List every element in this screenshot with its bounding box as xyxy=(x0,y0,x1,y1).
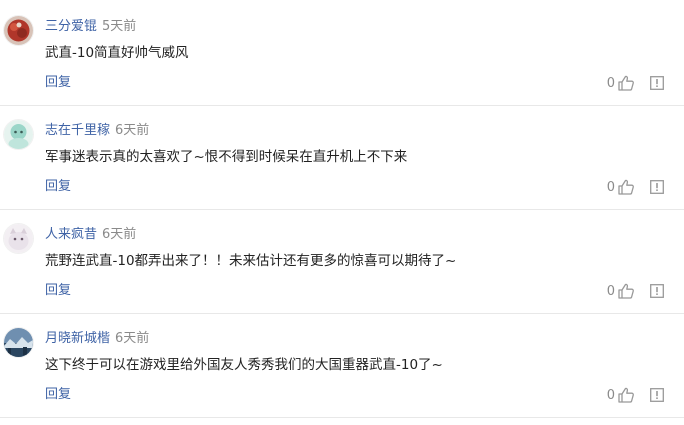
comment-item: 月晓新城楷 6天前 这下终于可以在游戏里给外国友人秀秀我们的大国重器武直-10了~… xyxy=(0,314,684,418)
avatar[interactable] xyxy=(4,120,33,149)
thumbs-up-icon[interactable] xyxy=(617,178,635,196)
comment-text: 荒野连武直-10都弄出来了！！未来估计还有更多的惊喜可以期待了~ xyxy=(45,253,457,269)
thumbs-up-icon[interactable] xyxy=(617,282,635,300)
like-count: 0 xyxy=(606,283,615,299)
thumbs-up-icon[interactable] xyxy=(617,74,635,92)
reply-button[interactable]: 回复 xyxy=(45,386,71,404)
avatar[interactable] xyxy=(4,328,33,357)
reply-button[interactable]: 回复 xyxy=(45,74,71,92)
comment-time: 5天前 xyxy=(102,19,137,34)
comment-username[interactable]: 月晓新城楷 xyxy=(45,331,110,346)
report-icon[interactable] xyxy=(650,76,664,90)
comment-text: 军事迷表示真的太喜欢了~恨不得到时候呆在直升机上不下来 xyxy=(45,149,408,165)
comment-username[interactable]: 人来疯昔 xyxy=(45,227,97,242)
comment-time: 6天前 xyxy=(102,227,137,242)
like-count: 0 xyxy=(606,387,615,403)
report-icon[interactable] xyxy=(650,388,664,402)
comment-item: 志在千里稼 6天前 军事迷表示真的太喜欢了~恨不得到时候呆在直升机上不下来 回复 … xyxy=(0,106,684,210)
like-count: 0 xyxy=(606,179,615,195)
comment-item: 三分爱锟 5天前 武直-10简直好帅气威风 回复 0 xyxy=(0,2,684,106)
report-icon[interactable] xyxy=(650,284,664,298)
comment-time: 6天前 xyxy=(115,331,150,346)
comment-item: 人来疯昔 6天前 荒野连武直-10都弄出来了！！未来估计还有更多的惊喜可以期待了~… xyxy=(0,210,684,314)
comment-list: 三分爱锟 5天前 武直-10简直好帅气威风 回复 0 志在千里稼 6天前 军事迷… xyxy=(0,0,684,425)
comment-text: 这下终于可以在游戏里给外国友人秀秀我们的大国重器武直-10了~ xyxy=(45,357,443,373)
reply-button[interactable]: 回复 xyxy=(45,178,71,196)
comment-username[interactable]: 志在千里稼 xyxy=(45,123,110,138)
avatar[interactable] xyxy=(4,224,33,253)
report-icon[interactable] xyxy=(650,180,664,194)
avatar[interactable] xyxy=(4,16,33,45)
comment-username[interactable]: 三分爱锟 xyxy=(45,19,97,34)
divider xyxy=(0,417,684,418)
reply-button[interactable]: 回复 xyxy=(45,282,71,300)
thumbs-up-icon[interactable] xyxy=(617,386,635,404)
like-count: 0 xyxy=(606,75,615,91)
comment-text: 武直-10简直好帅气威风 xyxy=(45,45,189,61)
comment-time: 6天前 xyxy=(115,123,150,138)
